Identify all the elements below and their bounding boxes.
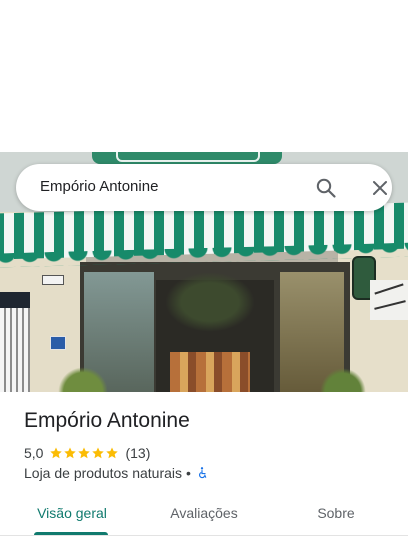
tab-about[interactable]: Sobre bbox=[296, 496, 376, 536]
tabs-divider bbox=[0, 535, 408, 536]
photo-green-sign bbox=[92, 152, 282, 164]
search-bar[interactable]: Empório Antonine bbox=[16, 164, 392, 211]
star-icon bbox=[106, 447, 119, 459]
photo-plant-right bbox=[320, 368, 366, 392]
search-query[interactable]: Empório Antonine bbox=[40, 178, 158, 195]
tab-overview[interactable]: Visão geral bbox=[24, 496, 120, 536]
separator-dot: • bbox=[186, 465, 191, 481]
place-category: Loja de produtos naturais bbox=[24, 465, 182, 481]
place-title: Empório Antonine bbox=[24, 409, 190, 432]
photo-shelf bbox=[170, 352, 250, 392]
category-row: Loja de produtos naturais • bbox=[24, 464, 209, 482]
star-icon bbox=[64, 447, 77, 459]
photo-number-plate bbox=[42, 275, 64, 285]
photo-window-grille bbox=[0, 292, 30, 392]
close-icon[interactable] bbox=[368, 176, 392, 200]
star-icon bbox=[92, 447, 105, 459]
search-icon[interactable] bbox=[314, 176, 338, 200]
rating-row[interactable]: 5,0 (13) bbox=[24, 444, 150, 462]
photo-handwritten-sign bbox=[370, 280, 408, 320]
rating-value: 5,0 bbox=[24, 445, 44, 461]
photo-tree bbox=[165, 272, 255, 332]
review-count[interactable]: (13) bbox=[125, 445, 150, 461]
wheelchair-icon bbox=[195, 466, 209, 480]
star-icon bbox=[50, 447, 63, 459]
star-icon bbox=[78, 447, 91, 459]
place-tabs: Visão geral Avaliações Sobre bbox=[0, 496, 408, 536]
tab-reviews[interactable]: Avaliações bbox=[148, 496, 260, 536]
photo-small-sign bbox=[50, 336, 66, 350]
photo-plant-left bbox=[58, 367, 108, 392]
star-rating bbox=[49, 446, 119, 460]
